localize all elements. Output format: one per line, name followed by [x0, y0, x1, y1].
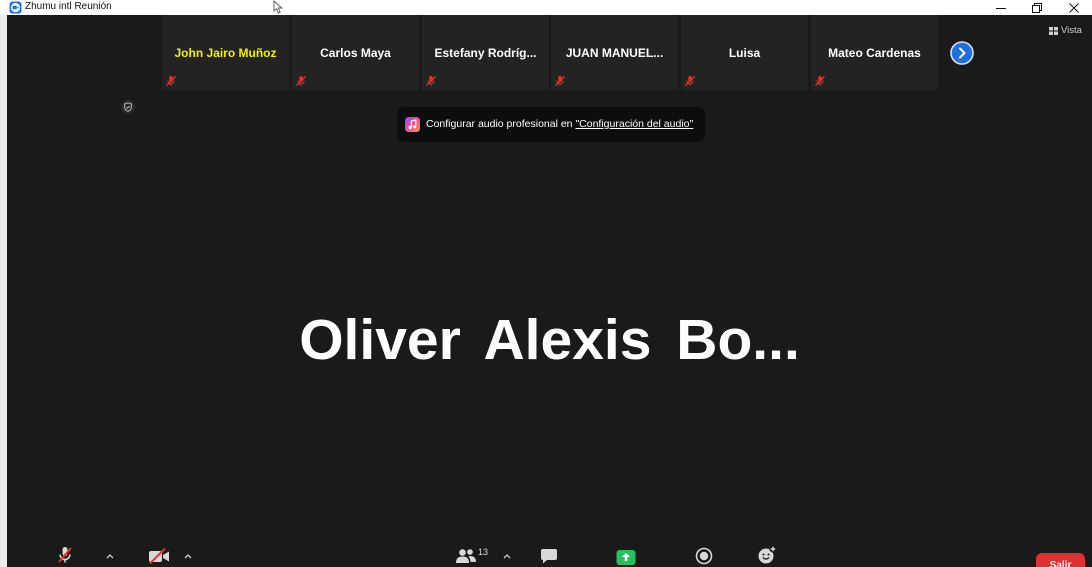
- shield-check-icon[interactable]: [121, 100, 135, 114]
- minimize-button[interactable]: [988, 0, 1014, 15]
- audio-notification: Configurar audio profesional en "Configu…: [397, 107, 705, 142]
- notification-message: Configurar audio profesional en "Configu…: [426, 107, 693, 142]
- participant-name: John Jairo Muñoz: [174, 46, 277, 60]
- restore-icon: [1032, 2, 1042, 13]
- caret-up-icon[interactable]: [184, 553, 192, 559]
- view-label: Vista: [1061, 25, 1082, 36]
- chevron-right-icon[interactable]: [950, 41, 974, 65]
- participant-name: Mateo Cardenas: [828, 46, 921, 60]
- notification-text: Configurar audio profesional en: [426, 118, 576, 130]
- zhumu-camera-icon: [9, 1, 22, 14]
- active-speaker-name: Oliver Alexis Bo...: [299, 308, 800, 372]
- participant-name: Carlos Maya: [320, 46, 391, 60]
- participant-name: Luisa: [728, 46, 761, 60]
- title-bar: Zhumu intl Reunión: [0, 0, 1092, 15]
- participant-name: Estefany Rodríg...: [434, 46, 537, 60]
- minimize-icon: [996, 7, 1006, 9]
- participant-name: JUAN MANUEL...: [565, 46, 664, 60]
- close-icon: [1069, 2, 1079, 13]
- participant-tile[interactable]: JUAN MANUEL...: [551, 15, 678, 90]
- mic-muted-icon: [426, 76, 436, 86]
- share-screen-icon[interactable]: [616, 549, 636, 565]
- participant-tile[interactable]: Estefany Rodríg...: [422, 15, 549, 90]
- participant-tile[interactable]: Luisa: [681, 15, 808, 90]
- reactions-icon[interactable]: [757, 545, 777, 565]
- window-title: Zhumu intl Reunión: [25, 1, 112, 12]
- participants-count: 13: [478, 547, 489, 557]
- mic-muted-icon: [685, 76, 695, 86]
- meeting-window: Zhumu intl Reunión Oliver Alexis Bo... J…: [0, 0, 1092, 567]
- grid-icon: [1049, 27, 1058, 35]
- mic-muted-icon: [815, 76, 825, 86]
- participant-tile[interactable]: John Jairo Muñoz: [162, 15, 289, 90]
- caret-up-icon[interactable]: [106, 553, 114, 559]
- leave-button[interactable]: Salir: [1036, 553, 1085, 567]
- caret-up-icon[interactable]: [503, 553, 511, 559]
- video-off-icon[interactable]: [148, 548, 170, 564]
- view-button[interactable]: Vista: [1047, 24, 1085, 38]
- participant-tile[interactable]: Carlos Maya: [292, 15, 419, 90]
- mic-muted-icon[interactable]: [56, 546, 74, 564]
- leave-label: Salir: [1049, 560, 1072, 567]
- participant-tile[interactable]: Mateo Cardenas: [811, 15, 938, 90]
- participants-icon[interactable]: [455, 548, 477, 564]
- music-note-icon: [405, 117, 420, 132]
- chat-icon[interactable]: [540, 548, 558, 564]
- restore-button[interactable]: [1024, 0, 1050, 15]
- close-button[interactable]: [1061, 0, 1087, 15]
- window-frame: [0, 15, 7, 567]
- mic-muted-icon: [555, 76, 565, 86]
- record-icon[interactable]: [695, 547, 713, 565]
- mic-muted-icon: [296, 76, 306, 86]
- mouse-pointer-icon: [273, 0, 283, 14]
- audio-settings-link[interactable]: "Configuración del audio": [575, 118, 693, 130]
- mic-muted-icon: [166, 76, 176, 86]
